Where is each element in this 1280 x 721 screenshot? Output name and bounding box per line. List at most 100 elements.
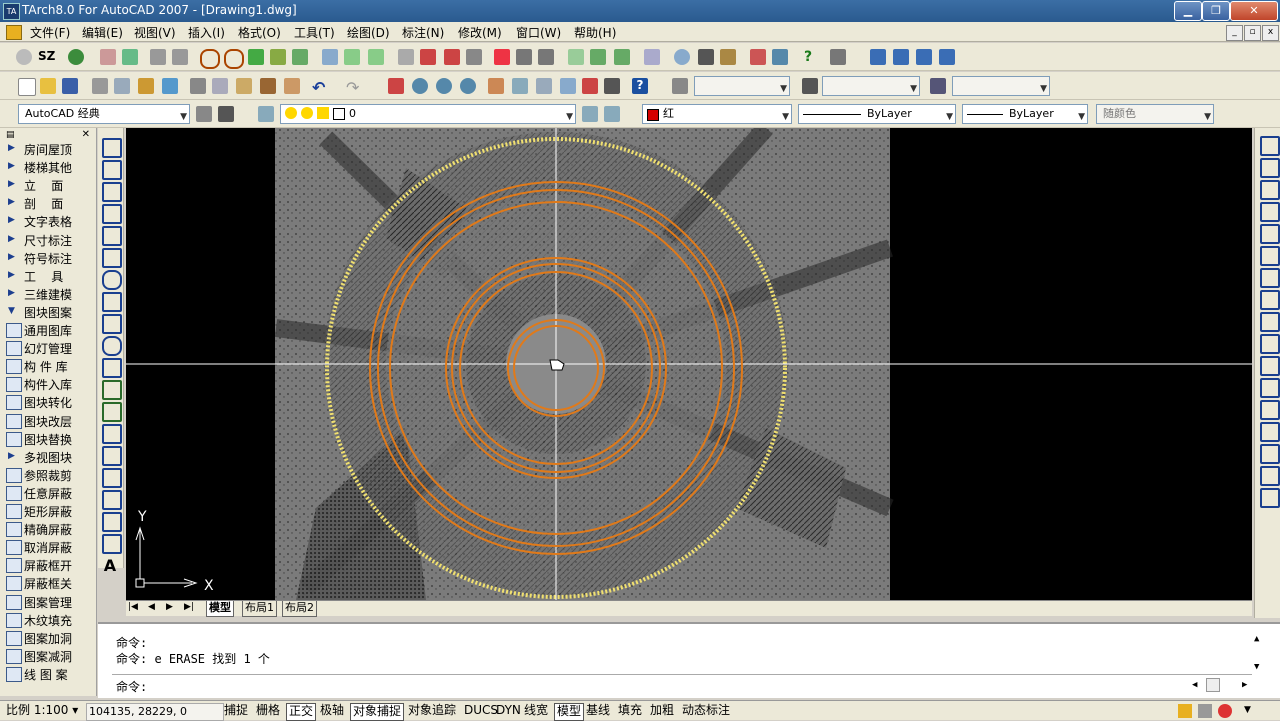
- circle-snap-icon[interactable]: [200, 49, 220, 69]
- workspace-save-icon[interactable]: [218, 106, 234, 122]
- menu-item-6[interactable]: 绘图(D): [347, 24, 390, 41]
- settings-icon[interactable]: [16, 49, 32, 65]
- status-toggle[interactable]: 填充: [616, 703, 644, 719]
- drawing-canvas[interactable]: Y X: [126, 128, 1252, 600]
- status-toggle[interactable]: 加粗: [648, 703, 676, 719]
- status-toggle[interactable]: 捕捉: [222, 703, 250, 719]
- move-tool-icon[interactable]: [538, 49, 554, 65]
- side-menu-item[interactable]: ▶ 符号标注: [6, 249, 94, 267]
- command-window[interactable]: 命令: 命令: e ERASE 找到 1 个 命令: ▲ ▼ ◀ ▶: [98, 622, 1280, 698]
- panel-close-icon[interactable]: ✕: [82, 129, 90, 140]
- text-tool-icon[interactable]: [398, 49, 414, 65]
- ellipse-arc-icon[interactable]: [102, 358, 122, 378]
- center-snap-icon[interactable]: [224, 49, 244, 69]
- status-toggle[interactable]: 基线: [584, 703, 612, 719]
- status-menu-icon[interactable]: ▼: [1244, 705, 1251, 715]
- save-icon[interactable]: [62, 78, 78, 94]
- side-menu-item[interactable]: 参照裁剪: [6, 466, 94, 484]
- side-menu-item[interactable]: ▶ 工 具: [6, 267, 94, 285]
- view3-icon[interactable]: [368, 49, 384, 65]
- point-icon[interactable]: [102, 424, 122, 444]
- print-preview-icon[interactable]: [114, 78, 130, 94]
- cross-tool-icon[interactable]: [516, 49, 532, 65]
- text-style-icon[interactable]: [150, 49, 166, 65]
- status-toggle[interactable]: 动态标注: [680, 703, 732, 719]
- minimize-button[interactable]: ▁: [1174, 1, 1202, 21]
- side-menu-item[interactable]: 屏蔽框开: [6, 556, 94, 574]
- side-menu-item[interactable]: 取消屏蔽: [6, 538, 94, 556]
- text-edit-icon[interactable]: [100, 49, 116, 65]
- copy-icon[interactable]: [212, 78, 228, 94]
- menu-item-0[interactable]: 文件(F): [30, 24, 70, 41]
- block-editor-icon[interactable]: [284, 78, 300, 94]
- tab-last-icon[interactable]: ▶|: [184, 602, 194, 612]
- tab-first-icon[interactable]: |◀: [128, 602, 138, 612]
- ellipse-icon[interactable]: [102, 336, 122, 356]
- side-menu-item[interactable]: 幻灯管理: [6, 339, 94, 357]
- join-icon[interactable]: [1260, 422, 1280, 442]
- menu-item-8[interactable]: 修改(M): [458, 24, 502, 41]
- layer-merge-icon[interactable]: [270, 49, 286, 65]
- layer-manager-icon[interactable]: [258, 106, 274, 122]
- mtext-icon[interactable]: [102, 534, 122, 554]
- lock-icon[interactable]: [830, 49, 846, 65]
- window-list-icon[interactable]: [939, 49, 955, 65]
- side-menu-item[interactable]: 图案管理: [6, 593, 94, 611]
- lineweight-select[interactable]: ByLayer ▼: [962, 104, 1088, 124]
- publish-icon[interactable]: [138, 78, 154, 94]
- sheet3-icon[interactable]: [614, 49, 630, 65]
- side-menu-item[interactable]: ▶ 多视图块: [6, 448, 94, 466]
- scale-display[interactable]: 比例 1:100 ▾: [4, 703, 80, 719]
- paste-icon[interactable]: [236, 78, 252, 94]
- side-menu-item[interactable]: 任意屏蔽: [6, 484, 94, 502]
- color-tool-icon[interactable]: [494, 49, 510, 65]
- toolbar-lock-icon[interactable]: [1198, 704, 1212, 718]
- draw-text-icon[interactable]: A: [102, 556, 118, 575]
- side-menu-item[interactable]: 图块替换: [6, 430, 94, 448]
- linetype-select[interactable]: ByLayer ▼: [798, 104, 956, 124]
- menu-item-3[interactable]: 插入(I): [188, 24, 225, 41]
- command-prompt[interactable]: 命令:: [116, 678, 147, 695]
- side-menu-item[interactable]: ▶ 剖 面: [6, 194, 94, 212]
- side-menu-item[interactable]: 图案加洞: [6, 629, 94, 647]
- 3d-dwf-icon[interactable]: [162, 78, 178, 94]
- copy-object-icon[interactable]: [1260, 158, 1280, 178]
- text-height-icon[interactable]: [172, 49, 188, 65]
- menu-item-5[interactable]: 工具(T): [294, 24, 335, 41]
- menu-item-1[interactable]: 编辑(E): [82, 24, 123, 41]
- rectangle-icon[interactable]: [102, 226, 122, 246]
- window-arrange-icon[interactable]: [916, 49, 932, 65]
- status-toggle[interactable]: 对象捕捉: [350, 703, 405, 721]
- status-toggle[interactable]: 栅格: [254, 703, 282, 719]
- view2-icon[interactable]: [344, 49, 360, 65]
- trim-icon[interactable]: [1260, 334, 1280, 354]
- status-toggle[interactable]: 正交: [286, 703, 317, 721]
- doc-restore-icon[interactable]: ▫: [1244, 25, 1261, 41]
- hatch-icon[interactable]: [102, 446, 122, 466]
- maximize-button[interactable]: ❐: [1202, 1, 1230, 21]
- print-icon[interactable]: [92, 78, 108, 94]
- side-menu-item[interactable]: ▶ 楼梯其他: [6, 158, 94, 176]
- break-icon[interactable]: [1260, 400, 1280, 420]
- pline-icon[interactable]: [102, 182, 122, 202]
- zoom-realtime-icon[interactable]: [412, 78, 428, 94]
- pin-icon[interactable]: [750, 49, 766, 65]
- design-center-icon[interactable]: [512, 78, 528, 94]
- hscroll-left-icon[interactable]: ◀: [1192, 680, 1197, 690]
- sz-button[interactable]: SZ: [38, 49, 55, 63]
- eye-icon[interactable]: [772, 49, 788, 65]
- panel-menu-icon[interactable]: ▤: [6, 130, 15, 140]
- redo-icon[interactable]: ↷: [346, 78, 362, 97]
- menu-item-2[interactable]: 视图(V): [134, 24, 176, 41]
- status-toggle[interactable]: DYN: [494, 703, 523, 719]
- view-icon[interactable]: [322, 49, 338, 65]
- tool-palettes-icon[interactable]: [536, 78, 552, 94]
- break-at-point-icon[interactable]: [1260, 378, 1280, 398]
- zoom-window-icon[interactable]: [436, 78, 452, 94]
- communication-center-icon[interactable]: [1218, 704, 1232, 718]
- gradient-icon[interactable]: [102, 468, 122, 488]
- side-menu-item[interactable]: 图案减洞: [6, 647, 94, 665]
- layer-list-icon[interactable]: [292, 49, 308, 65]
- undo-icon[interactable]: ↶: [312, 78, 328, 97]
- text-style-select[interactable]: ▼: [694, 76, 790, 96]
